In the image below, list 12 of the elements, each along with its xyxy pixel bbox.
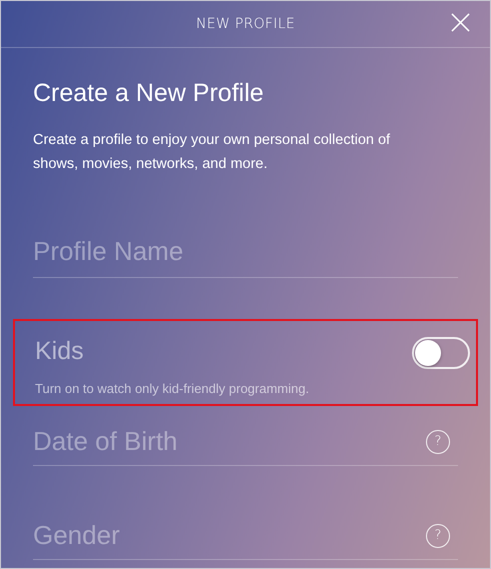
help-button[interactable]: ? (426, 430, 450, 454)
help-button[interactable]: ? (426, 524, 450, 548)
field-placeholder[interactable]: Gender (33, 520, 120, 551)
page-heading: Create a New Profile (33, 79, 265, 108)
toggle-hint: Turn on to watch only kid-friendly programming. (35, 381, 310, 396)
kids-toggle[interactable] (412, 337, 470, 369)
kids-label: Kids (35, 336, 84, 366)
profile-name-field[interactable]: Profile Name (33, 236, 458, 278)
description: Create a profile to enjoy your own personal collection of shows, movies, networks, and more. (33, 131, 392, 174)
field-placeholder[interactable]: Date of Birth (33, 426, 178, 457)
close-icon[interactable] (451, 13, 470, 32)
dialog-title: NEW PROFILE (196, 16, 295, 32)
